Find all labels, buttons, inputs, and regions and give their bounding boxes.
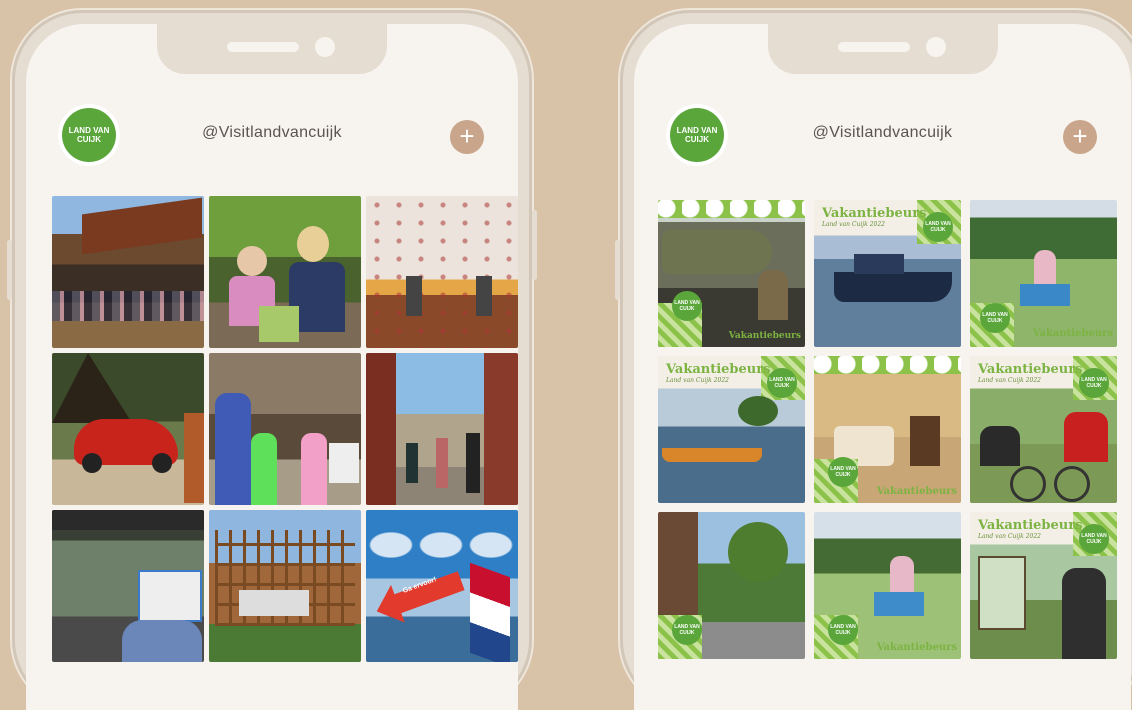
profile-handle[interactable]: @Visitlandvancuijk <box>634 124 1131 142</box>
vakantiebeurs-title: Vakantiebeurs <box>978 362 1083 377</box>
farm-visit-photo[interactable] <box>209 353 361 505</box>
photo-grid: Ga ervoor! <box>52 196 518 662</box>
vakantiebeurs-subtitle: Land van Cuijk 2022 <box>822 221 885 228</box>
profile-header: LAND VAN CUIJK @Visitlandvancuijk + <box>634 108 1131 168</box>
village-street-photo[interactable]: LAND VAN CUIJK <box>658 512 805 659</box>
wooden-house-photo[interactable] <box>209 510 361 662</box>
notch <box>157 24 387 74</box>
restaurant-terrace-photo[interactable] <box>52 196 204 348</box>
side-button <box>615 240 620 300</box>
girl-on-bench-photo[interactable]: LAND VAN CUIJK Vakantiebeurs <box>970 200 1117 347</box>
kids-crafting-photo[interactable] <box>209 196 361 348</box>
photo-grid: LAND VAN CUIJK Vakantiebeurs LAND VAN CU… <box>658 200 1117 659</box>
vakantiebeurs-label: Vakantiebeurs Land van Cuijk 2022 <box>978 362 1082 384</box>
vakantiebeurs-title: Vakantiebeurs <box>978 518 1083 533</box>
camera-icon <box>925 37 946 57</box>
speaker <box>837 42 910 52</box>
profile-handle[interactable]: @Visitlandvancuijk <box>26 124 518 142</box>
speaker <box>227 42 299 52</box>
vakantiebeurs-subtitle: Land van Cuijk 2022 <box>666 377 729 384</box>
camera-icon <box>315 37 335 57</box>
land-van-cuijk-badge: LAND VAN CUIJK <box>767 368 797 398</box>
land-van-cuijk-badge: LAND VAN CUIJK <box>1079 524 1109 554</box>
vakantiebeurs-label: Vakantiebeurs Land van Cuijk 2022 <box>666 362 770 384</box>
flag-arrow-photo[interactable]: Ga ervoor! <box>366 510 518 662</box>
child-sitting-photo[interactable]: LAND VAN CUIJK Vakantiebeurs <box>814 512 961 659</box>
vakantiebeurs-label: Vakantiebeurs <box>876 486 957 497</box>
phone-right: LAND VAN CUIJK @Visitlandvancuijk + LAND… <box>615 10 1132 710</box>
land-van-cuijk-badge: LAND VAN CUIJK <box>828 457 858 487</box>
map-board-photo[interactable]: LAND VAN CUIJK Vakantiebeurs Land van Cui… <box>970 512 1117 659</box>
vakantiebeurs-title: Vakantiebeurs <box>822 206 927 221</box>
airplane-museum-photo[interactable]: LAND VAN CUIJK Vakantiebeurs <box>658 200 805 347</box>
phone-screen: LAND VAN CUIJK @Visitlandvancuijk + LAND… <box>634 24 1131 710</box>
notch <box>767 24 998 74</box>
land-van-cuijk-badge: LAND VAN CUIJK <box>1079 368 1109 398</box>
old-street-photo[interactable] <box>366 353 518 505</box>
reading-in-tent-photo[interactable] <box>52 510 204 662</box>
land-van-cuijk-badge: LAND VAN CUIJK <box>672 615 702 645</box>
vakantiebeurs-label: Vakantiebeurs <box>728 331 801 341</box>
add-button[interactable]: + <box>450 120 484 154</box>
land-van-cuijk-badge: LAND VAN CUIJK <box>980 303 1010 333</box>
add-button[interactable]: + <box>1063 120 1097 154</box>
phone-screen: LAND VAN CUIJK @Visitlandvancuijk + Ga e… <box>26 24 518 710</box>
side-button <box>532 210 537 280</box>
vakantiebeurs-subtitle: Land van Cuijk 2022 <box>978 377 1041 384</box>
hotel-room-photo[interactable]: LAND VAN CUIJK Vakantiebeurs <box>814 356 961 503</box>
land-van-cuijk-badge: LAND VAN CUIJK <box>828 615 858 645</box>
awning-decoration <box>658 200 805 218</box>
vakantiebeurs-subtitle: Land van Cuijk 2022 <box>978 533 1041 540</box>
vakantiebeurs-title: Vakantiebeurs <box>666 362 771 377</box>
side-button <box>7 240 12 300</box>
phone-left: LAND VAN CUIJK @Visitlandvancuijk + Ga e… <box>7 10 537 710</box>
river-boat-photo[interactable]: LAND VAN CUIJK Vakantiebeurs Land van Cui… <box>658 356 805 503</box>
cyclists-photo[interactable]: LAND VAN CUIJK Vakantiebeurs Land van Cui… <box>970 356 1117 503</box>
vakantiebeurs-label: Vakantiebeurs Land van Cuijk 2022 <box>822 206 926 228</box>
land-van-cuijk-badge: LAND VAN CUIJK <box>923 212 953 242</box>
vakantiebeurs-label: Vakantiebeurs Land van Cuijk 2022 <box>978 518 1082 540</box>
awning-decoration <box>814 356 961 374</box>
vakantiebeurs-label: Vakantiebeurs <box>876 642 957 653</box>
profile-header: LAND VAN CUIJK @Visitlandvancuijk + <box>26 108 518 168</box>
vakantiebeurs-label: Vakantiebeurs <box>1032 328 1113 339</box>
autumn-leaves-photo[interactable] <box>366 196 518 348</box>
boat-photo[interactable]: LAND VAN CUIJK Vakantiebeurs Land van Cui… <box>814 200 961 347</box>
red-car-photo[interactable] <box>52 353 204 505</box>
land-van-cuijk-badge: LAND VAN CUIJK <box>672 291 702 321</box>
